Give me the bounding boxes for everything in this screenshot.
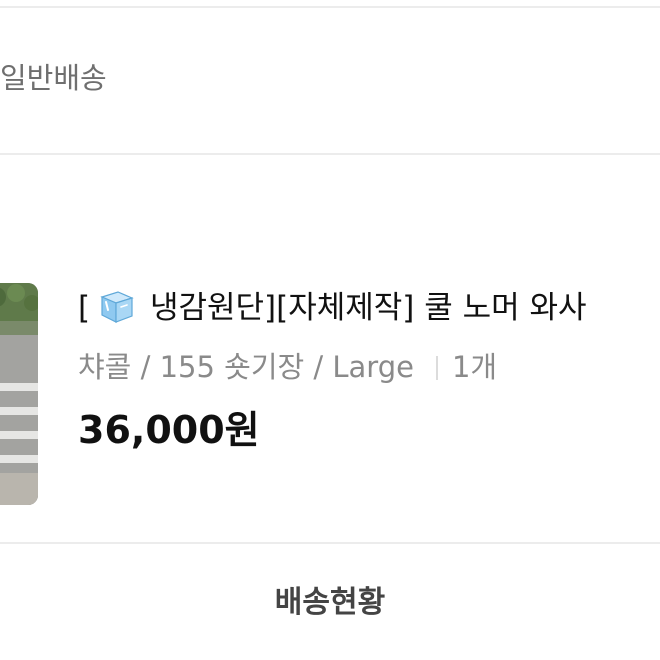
product-thumbnail[interactable] [0, 283, 38, 505]
top-divider [0, 6, 660, 8]
option-summary: 챠콜 / 155 숏기장 / Large [78, 350, 414, 384]
product-options: 챠콜 / 155 숏기장 / Large 1개 [78, 345, 497, 389]
product-price: 36,000원 [78, 408, 260, 452]
shipping-type-label: 일반배송 [0, 61, 107, 95]
product-title-bracket: [ [78, 290, 91, 326]
product-title[interactable]: [ 냉감원단][자체제작] 쿨 노머 와사 [78, 283, 660, 333]
ice-cube-icon [96, 288, 136, 326]
product-photo [0, 283, 38, 505]
product-row[interactable]: [ 냉감원단][자체제작] 쿨 노머 와사 챠콜 / 155 숏기장 / Lar… [0, 283, 660, 505]
quantity-label: 1개 [451, 350, 498, 384]
section-divider [0, 153, 660, 155]
product-title-text: 냉감원단][자체제작] 쿨 노머 와사 [140, 290, 587, 326]
order-item-card: 일반배송 [냉감원단][자체제작] 쿨 노머 와사 챠콜 / 155 숏기장 … [0, 0, 660, 660]
option-separator [435, 356, 438, 380]
track-shipment-button[interactable]: 배송현황 [0, 545, 660, 660]
bottom-divider [0, 542, 660, 544]
